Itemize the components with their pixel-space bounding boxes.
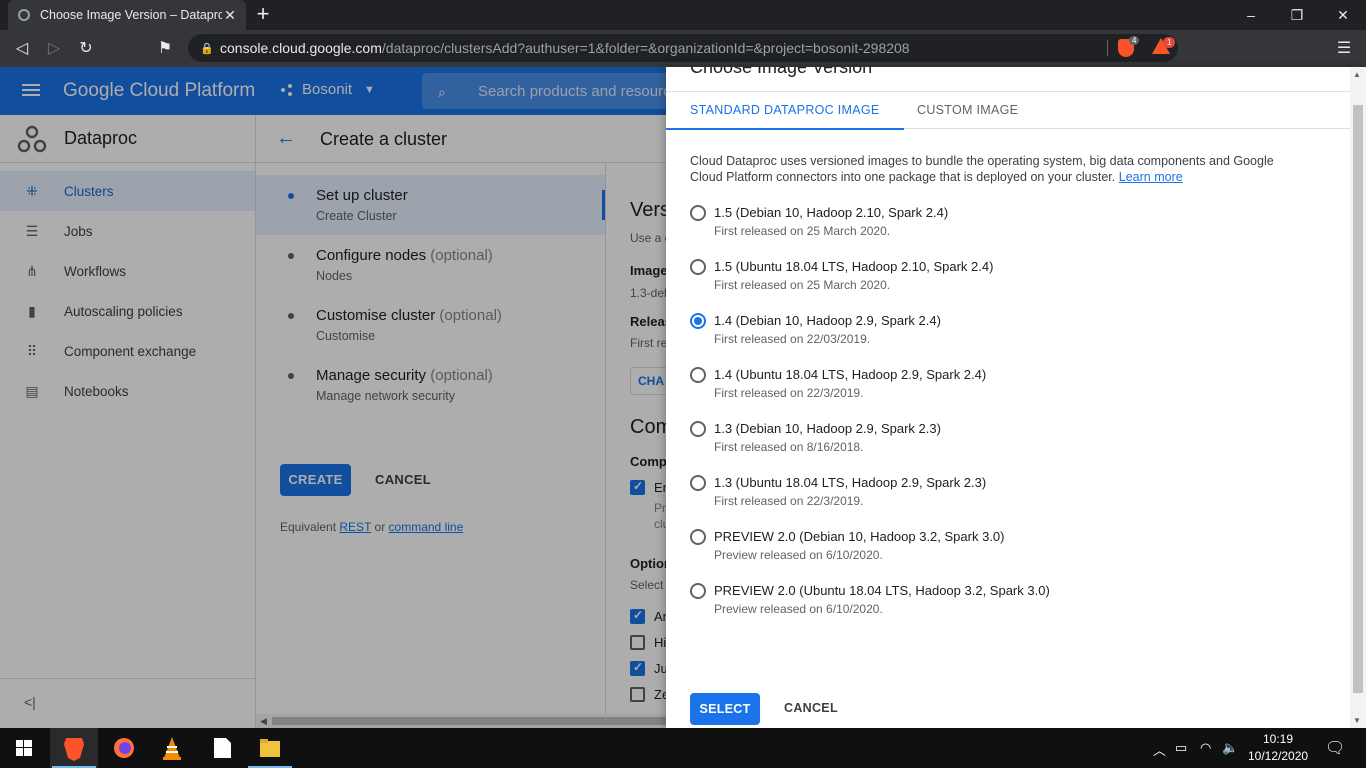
image-option-label: 1.4 (Debian 10, Hadoop 2.9, Spark 2.4) — [714, 313, 941, 328]
select-button[interactable]: SELECT — [690, 693, 760, 725]
tray-chevron-icon[interactable]: ︿ — [1153, 740, 1166, 759]
taskbar-file-explorer[interactable] — [246, 728, 294, 768]
radio-button[interactable] — [690, 205, 706, 221]
radio-button[interactable] — [690, 529, 706, 545]
image-option-release: First released on 25 March 2020. — [714, 278, 891, 292]
scroll-down-icon[interactable]: ▼ — [1353, 716, 1361, 725]
gear-icon — [18, 9, 30, 21]
windows-taskbar: ︿ ▭ ◠ 🔈 10:19 10/12/2020 🗨 — [0, 728, 1366, 768]
radio-button[interactable] — [690, 421, 706, 437]
image-option-label: 1.3 (Ubuntu 18.04 LTS, Hadoop 2.9, Spark… — [714, 475, 987, 490]
image-option-release: First released on 22/3/2019. — [714, 386, 864, 400]
minimize-button[interactable]: – — [1228, 0, 1274, 30]
folder-icon — [260, 739, 280, 757]
vertical-scrollbar[interactable]: ▲ ▼ — [1350, 67, 1366, 728]
document-icon — [214, 738, 231, 758]
image-option-release: First released on 22/03/2019. — [714, 332, 871, 346]
dialog-tabs: STANDARD DATAPROC IMAGE CUSTOM IMAGE — [666, 91, 1350, 130]
battery-icon[interactable]: ▭ — [1175, 740, 1187, 756]
image-option-release: Preview released on 6/10/2020. — [714, 548, 883, 562]
clock-date: 10/12/2020 — [1248, 749, 1309, 763]
restore-button[interactable]: ❐ — [1274, 0, 1320, 30]
image-option-label: 1.3 (Debian 10, Hadoop 2.9, Spark 2.3) — [714, 421, 941, 436]
image-option-release: First released on 25 March 2020. — [714, 224, 891, 238]
scrollbar-thumb[interactable] — [1353, 105, 1363, 693]
taskbar-firefox[interactable] — [100, 728, 148, 768]
browser-tab[interactable]: Choose Image Version – Dataproc ✕ — [8, 0, 246, 30]
address-bar[interactable]: 🔒 console.cloud.google.com/dataproc/clus… — [188, 34, 1178, 62]
description-text: Cloud Dataproc uses versioned images to … — [690, 154, 1274, 184]
dialog-cancel-button[interactable]: CANCEL — [784, 701, 838, 715]
radio-button[interactable] — [690, 475, 706, 491]
scroll-up-icon[interactable]: ▲ — [1353, 70, 1361, 79]
reload-icon[interactable]: ↻ — [74, 37, 98, 61]
dialog-title: Choose Image Version — [690, 67, 873, 77]
volume-icon[interactable]: 🔈 — [1222, 740, 1238, 756]
taskbar-clock[interactable]: 10:19 10/12/2020 — [1248, 731, 1308, 765]
lock-icon: 🔒 — [200, 43, 214, 55]
image-option-label: 1.5 (Debian 10, Hadoop 2.10, Spark 2.4) — [714, 205, 949, 220]
choose-image-version-panel: Choose Image Version STANDARD DATAPROC I… — [666, 67, 1366, 728]
tab-close-icon[interactable]: ✕ — [222, 7, 238, 24]
browser-tab-bar: Choose Image Version – Dataproc ✕ + – ❐ … — [0, 0, 1366, 30]
firefox-icon — [114, 738, 134, 758]
dialog-description: Cloud Dataproc uses versioned images to … — [690, 153, 1300, 185]
radio-button[interactable] — [690, 313, 706, 329]
bookmark-icon[interactable]: ⚑ — [153, 37, 177, 61]
tab-title: Choose Image Version – Dataproc — [40, 8, 222, 22]
browser-toolbar: ◁ ▷ ↻ ⚑ 🔒 console.cloud.google.com/datap… — [0, 30, 1366, 67]
image-option-release: Preview released on 6/10/2020. — [714, 602, 883, 616]
forward-icon[interactable]: ▷ — [42, 37, 66, 61]
learn-more-link[interactable]: Learn more — [1119, 170, 1183, 184]
brave-icon — [64, 738, 84, 761]
back-icon[interactable]: ◁ — [10, 37, 34, 61]
tab-standard-image[interactable]: STANDARD DATAPROC IMAGE — [666, 92, 904, 130]
browser-menu-icon[interactable]: ☰ — [1334, 37, 1354, 61]
new-tab-button[interactable]: + — [252, 3, 274, 25]
image-option-label: PREVIEW 2.0 (Debian 10, Hadoop 3.2, Spar… — [714, 529, 1005, 544]
windows-icon — [16, 740, 32, 756]
tab-custom-image[interactable]: CUSTOM IMAGE — [917, 92, 1018, 129]
radio-button[interactable] — [690, 583, 706, 599]
modal-scrim[interactable] — [0, 67, 666, 728]
image-option-release: First released on 22/3/2019. — [714, 494, 864, 508]
close-window-button[interactable]: ✕ — [1320, 0, 1366, 30]
taskbar-vlc[interactable] — [148, 728, 196, 768]
url-host: console.cloud.google.com — [220, 40, 382, 56]
radio-button[interactable] — [690, 259, 706, 275]
taskbar-document[interactable] — [198, 728, 246, 768]
image-option-release: First released on 8/16/2018. — [714, 440, 864, 454]
taskbar-brave[interactable] — [50, 728, 98, 768]
image-option-label: 1.5 (Ubuntu 18.04 LTS, Hadoop 2.10, Spar… — [714, 259, 994, 274]
radio-button[interactable] — [690, 367, 706, 383]
start-button[interactable] — [0, 728, 48, 768]
image-option-label: PREVIEW 2.0 (Ubuntu 18.04 LTS, Hadoop 3.… — [714, 583, 1050, 598]
clock-time: 10:19 — [1262, 732, 1294, 746]
url-path: /dataproc/clustersAdd?authuser=1&folder=… — [381, 40, 910, 56]
wifi-icon[interactable]: ◠ — [1200, 740, 1211, 756]
brave-shield-icon[interactable]: 4 — [1118, 36, 1140, 57]
image-option-label: 1.4 (Ubuntu 18.04 LTS, Hadoop 2.9, Spark… — [714, 367, 987, 382]
vlc-icon — [163, 737, 181, 760]
notifications-icon[interactable]: 🗨 — [1325, 738, 1345, 758]
toolbar-divider — [1107, 40, 1108, 56]
